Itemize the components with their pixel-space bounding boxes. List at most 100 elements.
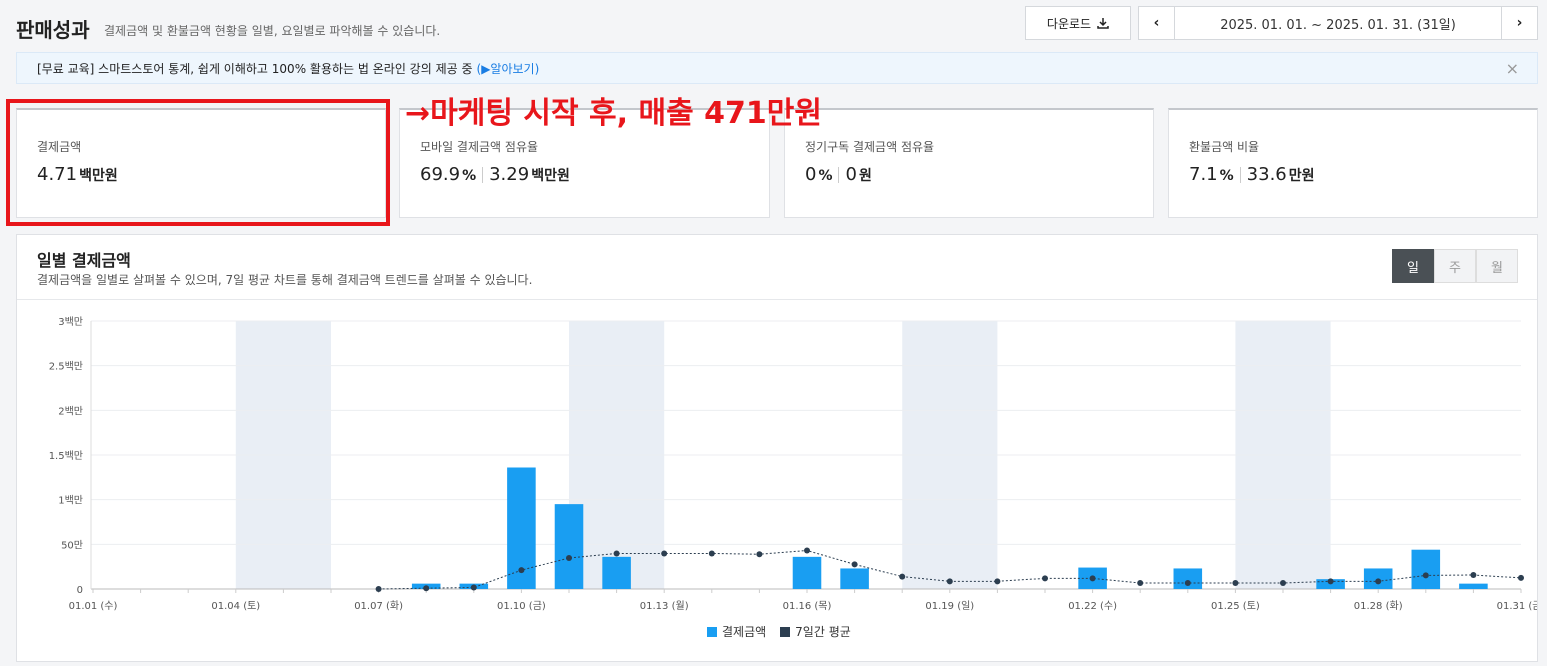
point-7day-average <box>1422 572 1429 579</box>
point-7day-average <box>1089 575 1096 582</box>
value-unit: % <box>462 168 477 184</box>
card-value: 7.1 % 33.6 만원 <box>1189 164 1315 185</box>
point-7day-average <box>851 561 858 568</box>
card-label: 정기구독 결제금액 점유율 <box>805 140 935 154</box>
value-unit: % <box>1219 168 1234 184</box>
point-7day-average <box>1184 580 1191 587</box>
x-tick-label: 01.25 (토) <box>1211 601 1260 612</box>
point-7day-average <box>470 584 477 591</box>
value-number: 7.1 <box>1189 164 1218 185</box>
notice-link[interactable]: (▶알아보기) <box>477 60 540 77</box>
card-subscription-share: 정기구독 결제금액 점유율 0 % 0 원 <box>784 108 1154 218</box>
point-7day-average <box>1375 578 1382 585</box>
card-value: 69.9 % 3.29 백만원 <box>420 164 570 185</box>
page-header: 판매성과 결제금액 및 환불금액 현황을 일별, 요일별로 파악해볼 수 있습니… <box>0 0 1547 48</box>
point-7day-average <box>423 585 430 592</box>
y-tick-label: 0 <box>77 585 83 596</box>
point-7day-average <box>994 578 1001 585</box>
point-7day-average <box>613 550 620 557</box>
card-label: 환불금액 비율 <box>1189 140 1260 154</box>
bar-payment <box>840 568 869 589</box>
tab-monthly[interactable]: 월 <box>1476 249 1518 283</box>
legend-item-average[interactable]: 7일간 평균 <box>780 623 851 640</box>
x-tick-label: 01.28 (화) <box>1354 600 1403 612</box>
divider <box>838 166 840 183</box>
divider <box>17 299 1537 300</box>
notice-text: [무료 교육] 스마트스토어 통계, 쉽게 이해하고 100% 활용하는 법 온… <box>37 61 473 76</box>
point-7day-average <box>1137 580 1144 587</box>
chart-panel: 일별 결제금액 결제금액을 일별로 살펴볼 수 있으며, 7일 평균 차트를 통… <box>16 234 1538 662</box>
x-tick-label: 01.31 (금) <box>1497 600 1537 612</box>
value-number-2: 33.6 <box>1246 164 1287 185</box>
value-number-2: 0 <box>845 164 857 185</box>
y-tick-label: 2.5백만 <box>49 361 83 373</box>
daily-payment-chart: 0 50만 1백만 1.5백만 2백만 2.5백만 3백만 01.01 (수) 01.04 (토… <box>49 316 1537 612</box>
y-tick-label: 1.5백만 <box>49 450 83 462</box>
point-7day-average <box>708 550 715 557</box>
value-unit-2: 만원 <box>1288 168 1315 184</box>
page-title: 판매성과 <box>16 18 90 42</box>
card-label: 모바일 결제금액 점유율 <box>420 140 539 154</box>
point-7day-average <box>518 567 525 574</box>
close-icon[interactable]: × <box>1506 59 1519 78</box>
y-tick-label: 50만 <box>61 539 83 551</box>
point-7day-average <box>756 551 763 558</box>
bar-payment <box>602 556 631 589</box>
bar-payment <box>1411 549 1441 589</box>
page-subtitle: 결제금액 및 환불금액 현황을 일별, 요일별로 파악해볼 수 있습니다. <box>104 24 441 38</box>
card-refund-ratio: 환불금액 비율 7.1 % 33.6 만원 <box>1168 108 1538 218</box>
tab-daily[interactable]: 일 <box>1392 249 1434 283</box>
point-7day-average <box>566 555 572 562</box>
chevron-left-icon[interactable]: ‹ <box>1139 7 1175 39</box>
legend-swatch <box>707 626 717 637</box>
card-value: 0 % 0 원 <box>805 164 872 185</box>
download-label: 다운로드 <box>1046 16 1092 31</box>
annotation-highlight-box <box>6 99 390 226</box>
x-tick-label: 01.19 (일) <box>925 600 974 612</box>
y-tick-label: 2백만 <box>58 405 83 417</box>
legend-item-payment[interactable]: 결제금액 <box>707 623 766 640</box>
chart-description: 결제금액을 일별로 살펴볼 수 있으며, 7일 평균 차트를 통해 결제금액 트… <box>37 273 533 287</box>
legend-label: 7일간 평균 <box>795 625 851 639</box>
point-7day-average <box>899 573 906 580</box>
divider <box>1239 166 1241 183</box>
point-7day-average <box>1042 575 1048 582</box>
legend-label: 결제금액 <box>722 625 767 639</box>
x-tick-label: 01.01 (수) <box>69 600 118 612</box>
bar-payment <box>1459 583 1488 589</box>
value-unit-2: 백만원 <box>531 168 570 184</box>
x-tick-label: 01.13 (월) <box>640 600 689 612</box>
x-tick-label: 01.10 (금) <box>497 600 546 612</box>
value-unit-2: 원 <box>858 168 872 184</box>
chart-title: 일별 결제금액 <box>37 251 131 270</box>
value-unit: % <box>818 168 833 184</box>
point-7day-average <box>1327 578 1334 585</box>
date-range[interactable]: 2025. 01. 01. ~ 2025. 01. 31. (31일) <box>1175 7 1501 39</box>
tab-weekly[interactable]: 주 <box>1434 249 1476 283</box>
bar-payment <box>792 556 822 589</box>
bar-payment <box>554 504 584 589</box>
chevron-right-icon[interactable]: › <box>1501 7 1537 39</box>
period-tabs: 일 주 월 <box>1392 249 1518 283</box>
y-tick-label: 3백만 <box>58 316 83 328</box>
legend-swatch <box>780 626 791 637</box>
point-7day-average <box>946 578 953 585</box>
point-7day-average <box>661 550 668 557</box>
point-7day-average <box>804 547 810 554</box>
notice-banner: [무료 교육] 스마트스토어 통계, 쉽게 이해하고 100% 활용하는 법 온… <box>16 52 1538 84</box>
point-7day-average <box>1470 571 1477 578</box>
divider <box>482 166 484 183</box>
download-icon <box>1097 18 1109 29</box>
annotation-text: →마케팅 시작 후, 매출 471만원 <box>405 96 822 131</box>
x-tick-label: 01.04 (토) <box>211 601 260 612</box>
value-number-2: 3.29 <box>489 164 530 185</box>
point-7day-average <box>1232 580 1239 587</box>
download-button[interactable]: 다운로드 <box>1025 6 1131 40</box>
date-navigator: ‹ 2025. 01. 01. ~ 2025. 01. 31. (31일) › <box>1138 6 1538 40</box>
value-number: 69.9 <box>420 164 461 185</box>
point-7day-average <box>1518 574 1524 581</box>
point-7day-average <box>375 586 382 592</box>
x-tick-label: 01.16 (목) <box>783 600 832 612</box>
y-tick-label: 1백만 <box>58 495 83 507</box>
chart-legend: 결제금액 7일간 평균 <box>707 623 851 640</box>
